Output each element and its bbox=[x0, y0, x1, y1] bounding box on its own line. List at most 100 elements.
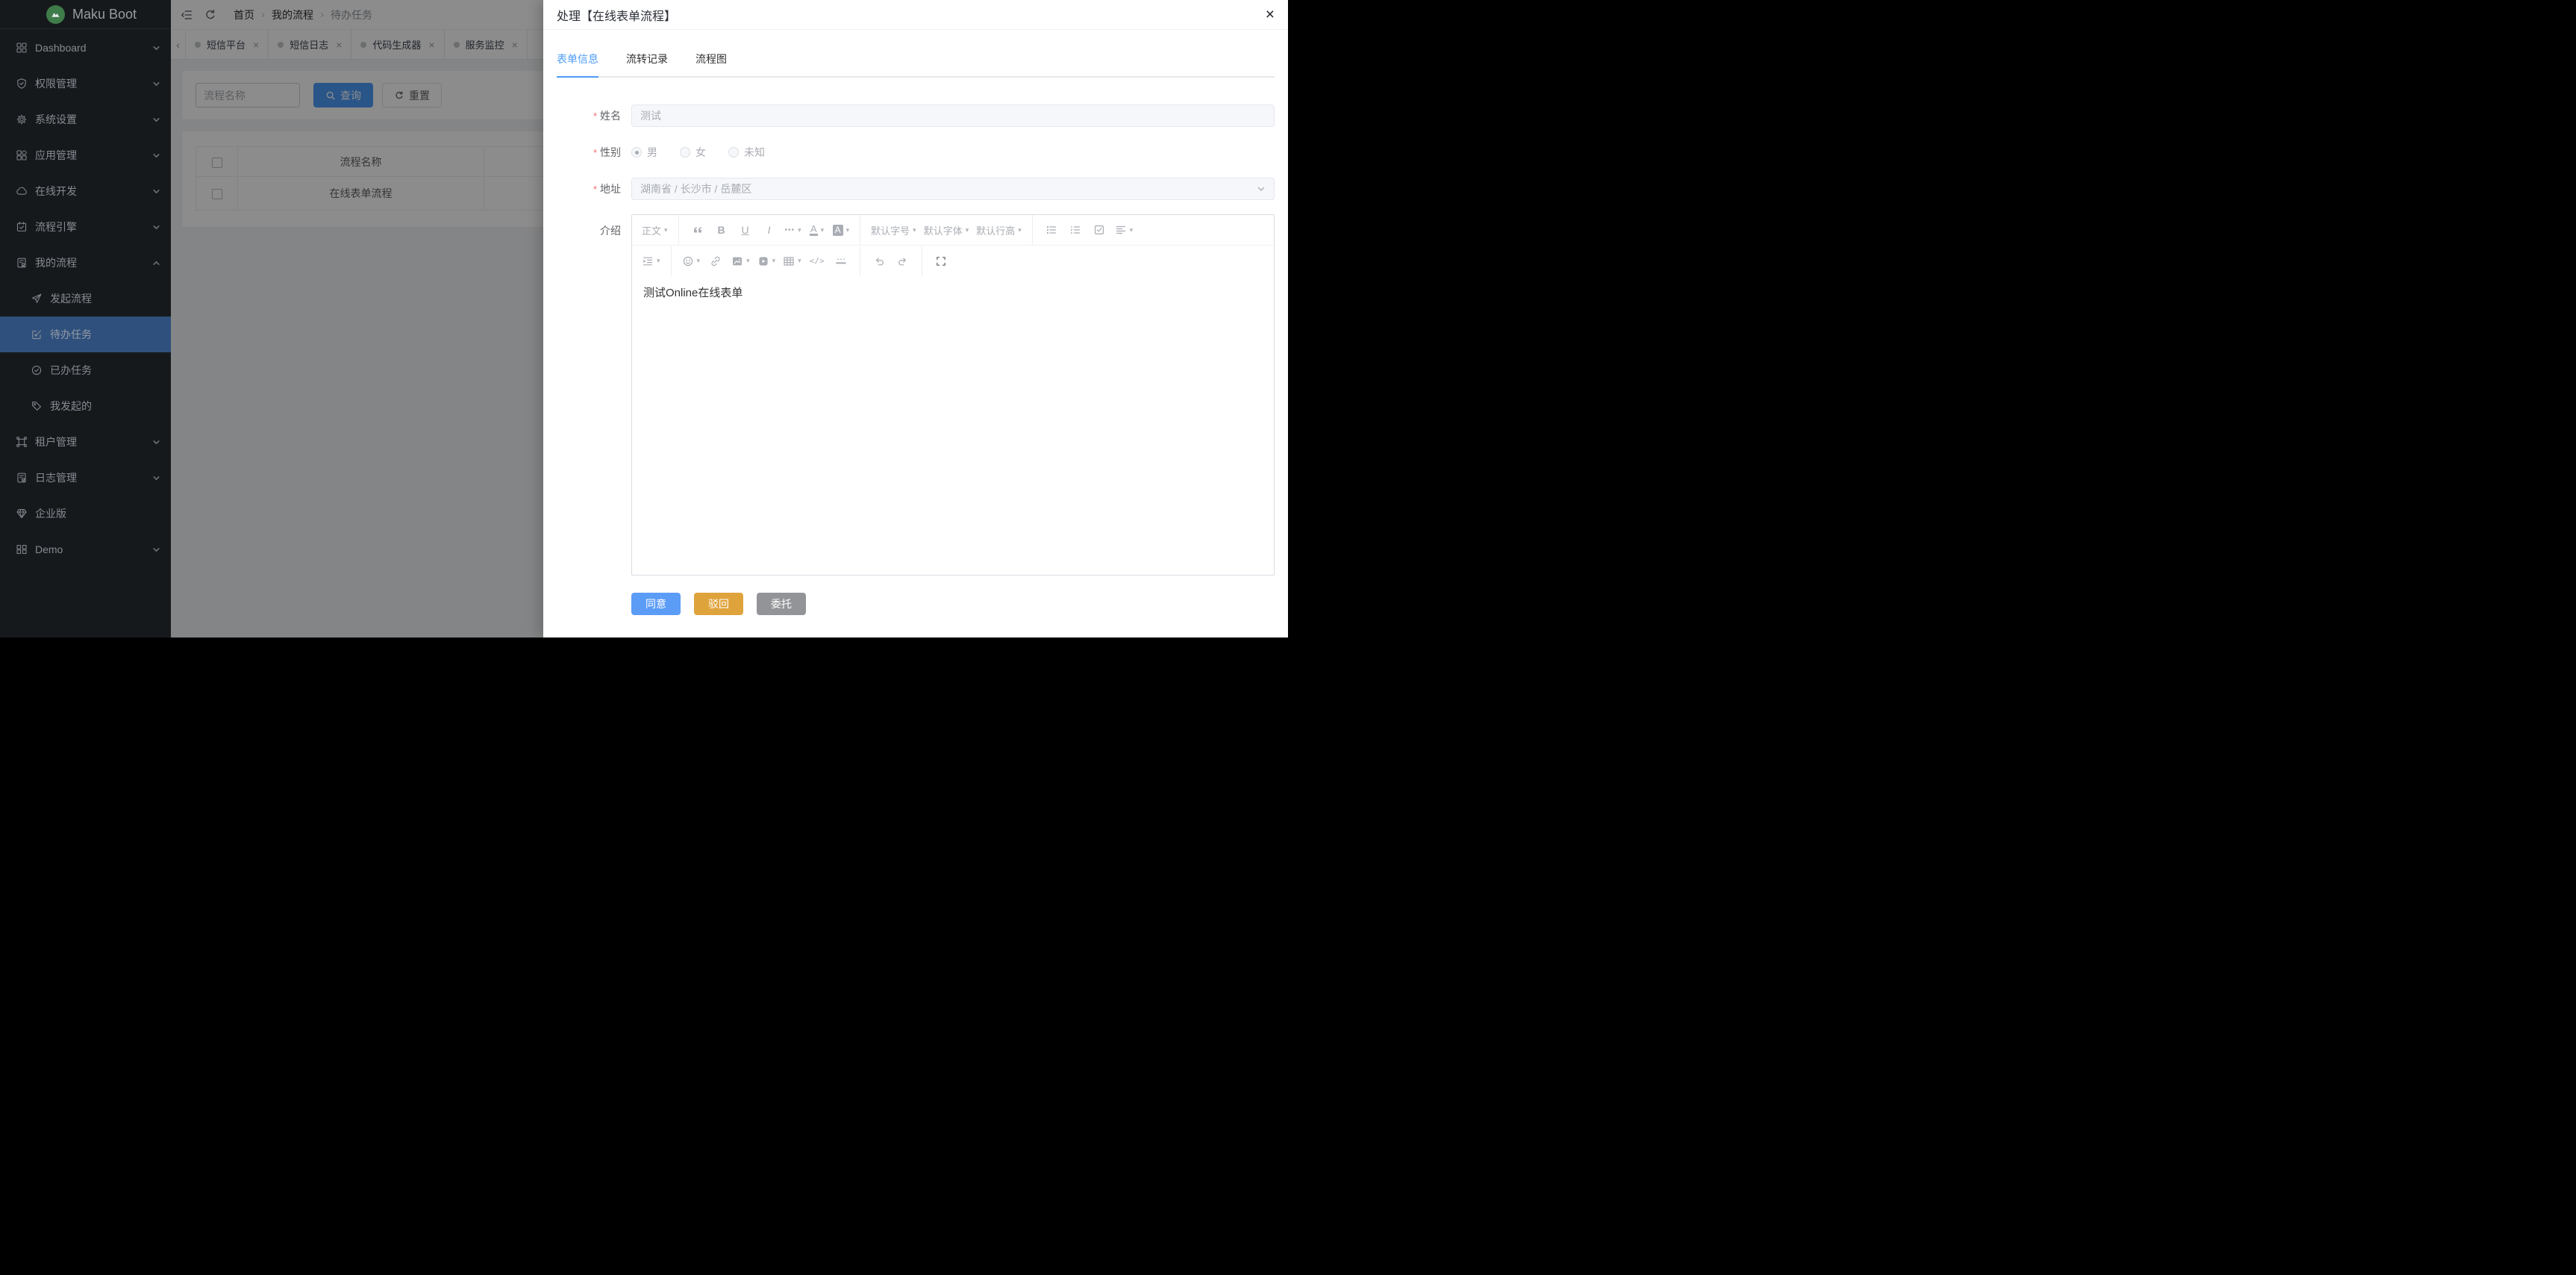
name-input[interactable] bbox=[631, 105, 1275, 127]
drawer-tabs: 表单信息 流转记录 流程图 bbox=[557, 46, 1275, 78]
bg-color-dropdown[interactable]: A▾ bbox=[833, 215, 850, 245]
sidebar-item-label: 系统设置 bbox=[35, 112, 152, 127]
sidebar-item-permissions[interactable]: 权限管理 bbox=[0, 66, 171, 102]
undo-icon[interactable] bbox=[871, 246, 887, 276]
sidebar-item-label: 待办任务 bbox=[50, 327, 160, 342]
sidebar-item-done-tasks[interactable]: 已办任务 bbox=[0, 352, 171, 388]
sidebar-item-todo-tasks[interactable]: 待办任务 bbox=[0, 317, 171, 352]
address-value: 湖南省 / 长沙市 / 岳麓区 bbox=[640, 181, 751, 196]
toolbar-divider bbox=[671, 246, 672, 276]
rich-text-editor: 正文▾ B U I •••▾ A▾ A▾ 默认字号▾ bbox=[631, 214, 1275, 576]
sidebar-item-label: 我的流程 bbox=[35, 255, 152, 270]
font-size-dropdown[interactable]: 默认字号▾ bbox=[871, 215, 916, 245]
editor-content[interactable]: 测试Online在线表单 bbox=[632, 276, 1274, 575]
line-height-dropdown[interactable]: 默认行高▾ bbox=[976, 215, 1022, 245]
sidebar-item-system-settings[interactable]: 系统设置 bbox=[0, 102, 171, 137]
app-window: Maku Boot Dashboard 权限管理 系统设置 应用管理 bbox=[0, 0, 1288, 638]
edit-icon bbox=[31, 328, 43, 340]
sidebar-item-dashboard[interactable]: Dashboard bbox=[0, 30, 171, 66]
chevron-down-icon bbox=[152, 546, 160, 554]
address-label: 地址 bbox=[557, 181, 621, 196]
redo-icon[interactable] bbox=[895, 246, 911, 276]
caret-down-icon: ▾ bbox=[1130, 226, 1134, 234]
more-styles-dropdown[interactable]: •••▾ bbox=[785, 215, 801, 245]
align-dropdown[interactable]: ▾ bbox=[1115, 215, 1134, 245]
tab-flow-records[interactable]: 流转记录 bbox=[626, 46, 668, 76]
chevron-down-icon bbox=[152, 438, 160, 446]
italic-button[interactable]: I bbox=[761, 215, 778, 245]
sidebar-item-label: 应用管理 bbox=[35, 148, 152, 163]
sidebar-item-initiated-by-me[interactable]: 我发起的 bbox=[0, 388, 171, 424]
video-dropdown[interactable]: ▾ bbox=[757, 246, 776, 276]
app-logo: Maku Boot bbox=[0, 0, 171, 29]
document-user-icon bbox=[16, 257, 28, 269]
underline-button[interactable]: U bbox=[737, 215, 754, 245]
reject-button[interactable]: 驳回 bbox=[694, 593, 743, 615]
process-drawer: 处理【在线表单流程】 × 表单信息 流转记录 流程图 姓名 性别 bbox=[543, 0, 1288, 638]
indent-dropdown[interactable]: ▾ bbox=[642, 246, 660, 276]
radio-label: 女 bbox=[695, 145, 706, 160]
bold-button[interactable]: B bbox=[713, 215, 730, 245]
sidebar-item-log-management[interactable]: 日志管理 bbox=[0, 460, 171, 496]
sidebar-item-initiate-process[interactable]: 发起流程 bbox=[0, 281, 171, 317]
delegate-button[interactable]: 委托 bbox=[757, 593, 806, 615]
grid-icon bbox=[16, 543, 28, 555]
paragraph-style-dropdown[interactable]: 正文▾ bbox=[642, 215, 668, 245]
drawer-header: 处理【在线表单流程】 × bbox=[543, 0, 1288, 30]
sidebar-item-label: 流程引擎 bbox=[35, 219, 152, 234]
sidebar-item-online-dev[interactable]: 在线开发 bbox=[0, 173, 171, 209]
form-row-name: 姓名 bbox=[557, 105, 1275, 127]
chevron-up-icon bbox=[152, 259, 160, 267]
todo-list-icon[interactable] bbox=[1091, 215, 1107, 245]
document-check-icon bbox=[16, 472, 28, 484]
radio-unknown[interactable]: 未知 bbox=[728, 145, 765, 160]
chevron-down-icon bbox=[152, 187, 160, 196]
caret-down-icon: ▾ bbox=[966, 226, 969, 234]
tab-flow-diagram[interactable]: 流程图 bbox=[695, 46, 727, 76]
form-row-address: 地址 湖南省 / 长沙市 / 岳麓区 bbox=[557, 178, 1275, 200]
emoji-dropdown[interactable]: ▾ bbox=[682, 246, 701, 276]
caret-down-icon: ▾ bbox=[746, 257, 750, 265]
numbered-list-icon[interactable] bbox=[1067, 215, 1084, 245]
sidebar-item-demo[interactable]: Demo bbox=[0, 531, 171, 567]
blockquote-icon[interactable] bbox=[690, 215, 706, 245]
radio-female[interactable]: 女 bbox=[680, 145, 706, 160]
frame-icon bbox=[16, 436, 28, 448]
chevron-down-icon bbox=[152, 223, 160, 231]
gem-icon bbox=[16, 508, 28, 520]
gender-label: 性别 bbox=[557, 145, 621, 160]
bullet-list-icon[interactable] bbox=[1043, 215, 1060, 245]
chevron-down-icon bbox=[152, 80, 160, 88]
image-dropdown[interactable]: ▾ bbox=[731, 246, 750, 276]
sidebar-item-label: 权限管理 bbox=[35, 76, 152, 91]
sidebar-item-workflow-engine[interactable]: 流程引擎 bbox=[0, 209, 171, 245]
send-icon bbox=[31, 293, 43, 305]
sidebar-item-label: Dashboard bbox=[35, 42, 152, 54]
radio-dot-icon bbox=[728, 147, 739, 158]
sidebar-item-label: 日志管理 bbox=[35, 470, 152, 485]
shield-icon bbox=[16, 78, 28, 90]
font-color-dropdown[interactable]: A▾ bbox=[809, 215, 825, 245]
caret-down-icon: ▾ bbox=[846, 226, 850, 234]
table-dropdown[interactable]: ▾ bbox=[783, 246, 801, 276]
font-family-dropdown[interactable]: 默认字体▾ bbox=[924, 215, 969, 245]
sidebar-item-app-management[interactable]: 应用管理 bbox=[0, 137, 171, 173]
radio-male[interactable]: 男 bbox=[631, 145, 657, 160]
approve-button[interactable]: 同意 bbox=[631, 593, 681, 615]
sidebar-item-tenant-management[interactable]: 租户管理 bbox=[0, 424, 171, 460]
link-icon[interactable] bbox=[707, 246, 724, 276]
chevron-down-icon bbox=[152, 474, 160, 482]
sidebar-item-label: 企业版 bbox=[35, 506, 160, 521]
divider-line-icon[interactable] bbox=[833, 246, 849, 276]
address-select[interactable]: 湖南省 / 长沙市 / 岳麓区 bbox=[631, 178, 1275, 200]
tab-form-info[interactable]: 表单信息 bbox=[557, 46, 598, 76]
close-drawer-icon[interactable]: × bbox=[1266, 7, 1275, 22]
sidebar-item-enterprise[interactable]: 企业版 bbox=[0, 496, 171, 531]
caret-down-icon: ▾ bbox=[657, 257, 660, 265]
apps-icon bbox=[16, 149, 28, 161]
sidebar-item-my-processes[interactable]: 我的流程 bbox=[0, 245, 171, 281]
fullscreen-icon[interactable] bbox=[933, 246, 949, 276]
code-block-button[interactable]: </> bbox=[809, 246, 825, 276]
sidebar-item-label: 租户管理 bbox=[35, 434, 152, 449]
chevron-down-icon bbox=[152, 152, 160, 160]
